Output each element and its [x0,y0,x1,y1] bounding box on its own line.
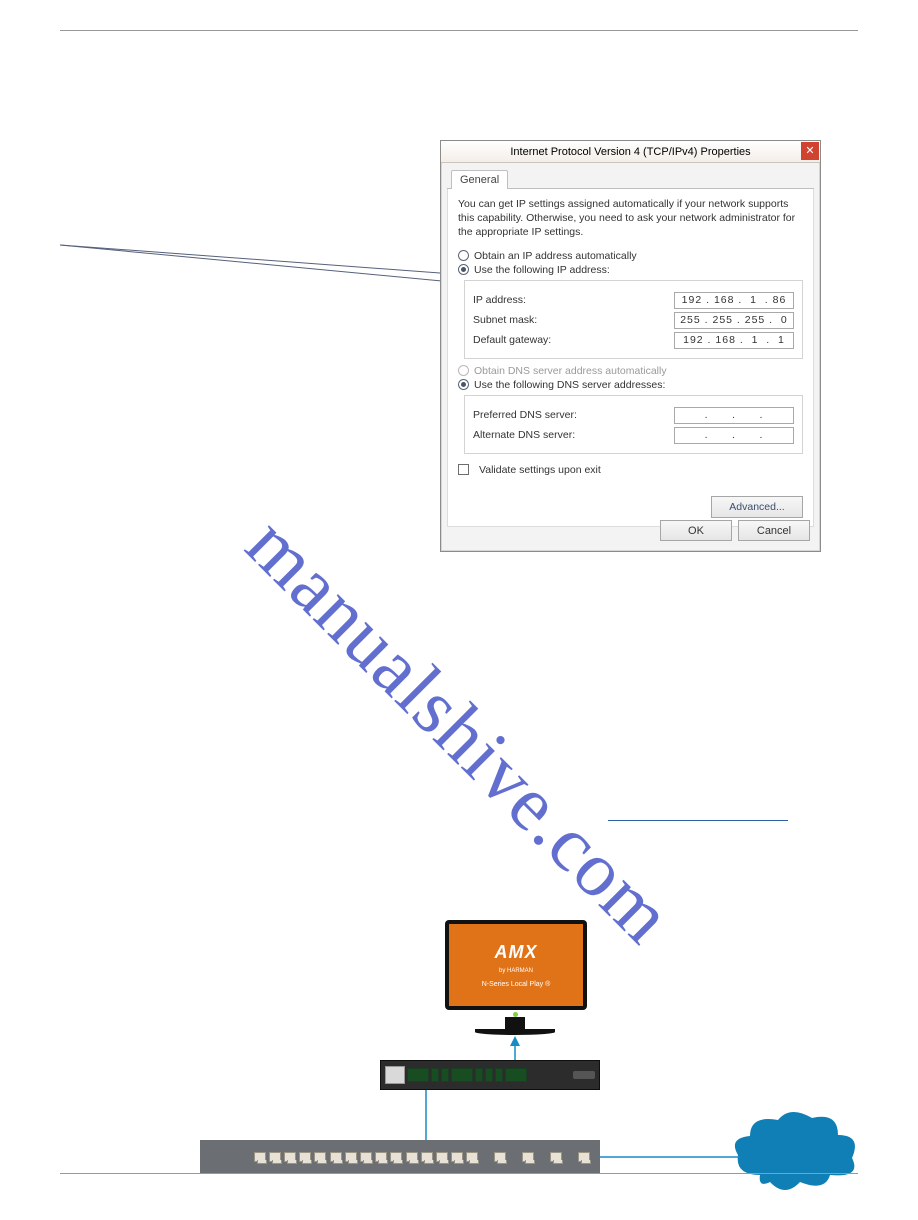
monitor: AMX by HARMAN N-Series Local Play ® [445,920,585,1035]
radio-manual-label: Use the following IP address: [474,264,610,276]
ok-button[interactable]: OK [660,520,732,541]
hdmi-port-icon [573,1071,595,1079]
dns-auto-label: Obtain DNS server address automatically [474,365,667,377]
checkbox-icon [458,464,469,475]
radio-icon [458,264,469,275]
top-hr [60,30,858,31]
subnet-input[interactable] [674,312,794,329]
ip-input[interactable] [674,292,794,309]
alt-dns-label: Alternate DNS server: [473,429,575,441]
validate-label: Validate settings upon exit [479,464,601,476]
watermark-text: manualshive.com [229,499,691,961]
pref-dns-input[interactable] [674,407,794,424]
tab-strip: General [447,169,814,189]
intro-text: You can get IP settings assigned automat… [458,197,803,240]
processor-unit [380,1060,600,1090]
monitor-sub2: N-Series Local Play ® [482,980,551,989]
validate-row[interactable]: Validate settings upon exit [458,464,803,476]
radio-use-following[interactable]: Use the following IP address: [458,264,803,276]
radio-icon [458,250,469,261]
network-switch [200,1140,600,1174]
tab-general[interactable]: General [451,170,508,189]
radio-auto-label: Obtain an IP address automatically [474,250,637,262]
dns-manual-label: Use the following DNS server addresses: [474,379,665,391]
radio-obtain-auto[interactable]: Obtain an IP address automatically [458,250,803,262]
dialog-title-bar: Internet Protocol Version 4 (TCP/IPv4) P… [441,141,820,163]
subnet-label: Subnet mask: [473,314,537,326]
link-underline [608,820,788,821]
gateway-input[interactable] [674,332,794,349]
gateway-label: Default gateway: [473,334,551,346]
network-diagram: AMX by HARMAN N-Series Local Play ® [200,920,880,1220]
radio-icon [458,379,469,390]
radio-icon [458,365,469,376]
ip-group: IP address: Subnet mask: Default gateway… [464,280,803,359]
ip-properties-dialog: Internet Protocol Version 4 (TCP/IPv4) P… [440,140,821,552]
monitor-sub1: by HARMAN [499,968,533,976]
dns-group: Preferred DNS server: Alternate DNS serv… [464,395,803,454]
dialog-body: You can get IP settings assigned automat… [447,189,814,527]
pref-dns-label: Preferred DNS server: [473,409,577,421]
ip-label: IP address: [473,294,526,306]
radio-dns-manual[interactable]: Use the following DNS server addresses: [458,379,803,391]
dialog-title: Internet Protocol Version 4 (TCP/IPv4) P… [510,146,750,158]
monitor-brand: AMX [495,941,538,964]
cloud-icon [730,1110,860,1195]
dialog-footer: OK Cancel [654,514,816,547]
alt-dns-input[interactable] [674,427,794,444]
close-icon[interactable]: ✕ [801,142,819,160]
cancel-button[interactable]: Cancel [738,520,810,541]
radio-dns-auto: Obtain DNS server address automatically [458,365,803,377]
bottom-hr [60,1173,858,1174]
